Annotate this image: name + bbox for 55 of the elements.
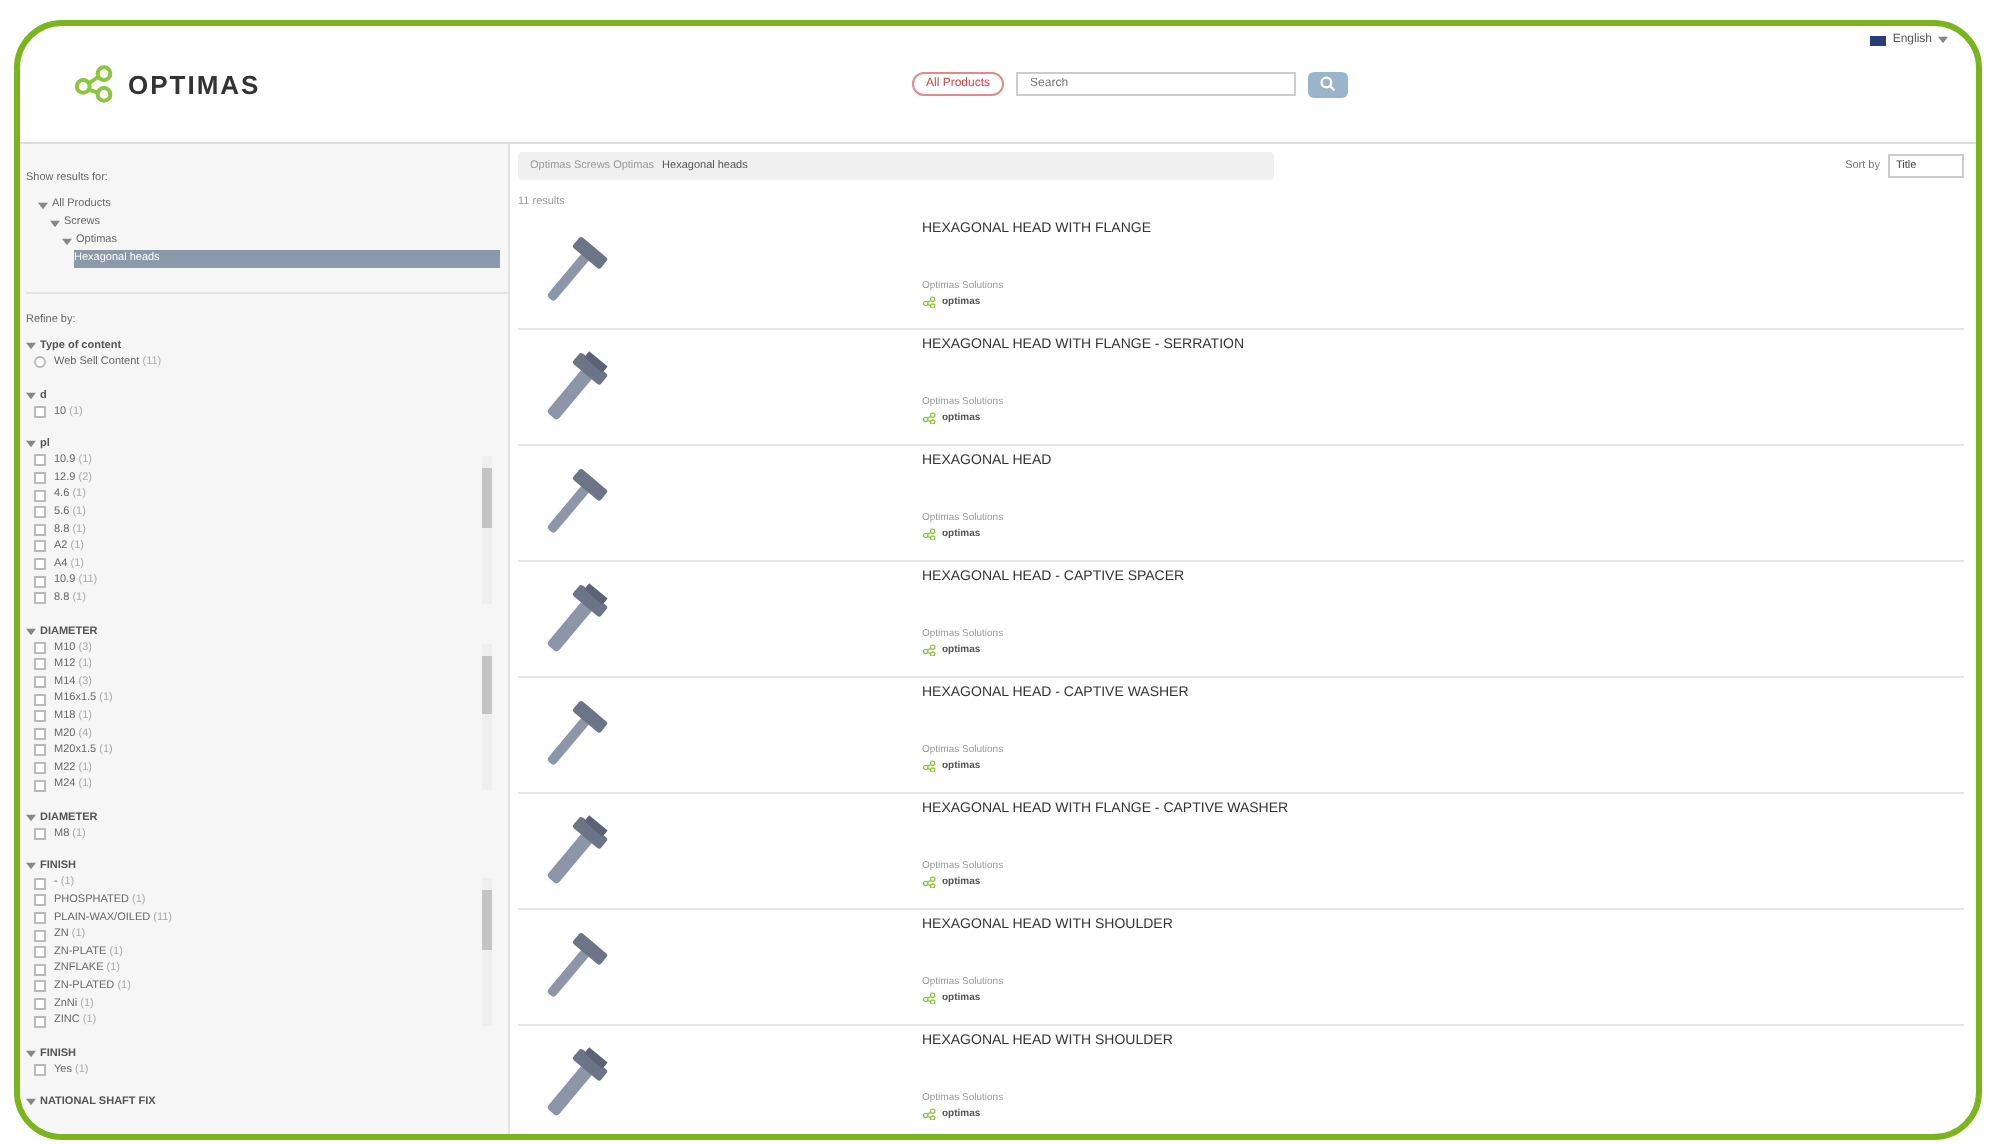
caret-icon: [26, 813, 36, 822]
brand-logo-icon: [922, 1108, 938, 1121]
caret-icon: [26, 1098, 36, 1107]
caret-icon: [26, 391, 36, 400]
checkbox[interactable]: [34, 693, 46, 706]
checkbox[interactable]: [34, 779, 46, 792]
checkbox[interactable]: [34, 676, 46, 689]
brand-logo-icon: [922, 760, 938, 773]
checkbox[interactable]: [34, 980, 46, 993]
scrollbar[interactable]: [482, 643, 492, 790]
checkbox[interactable]: [34, 405, 46, 418]
logo-text: OPTIMAS: [128, 69, 261, 99]
checkbox[interactable]: [34, 963, 46, 976]
checkbox[interactable]: [34, 744, 46, 757]
brand-logo-icon: [922, 876, 938, 889]
checkbox[interactable]: [34, 523, 46, 536]
checkbox[interactable]: [34, 472, 46, 485]
checkbox[interactable]: [34, 658, 46, 671]
caret-icon: [26, 862, 36, 871]
caret-icon: [26, 1049, 36, 1058]
checkbox[interactable]: [34, 489, 46, 502]
checkbox[interactable]: [34, 761, 46, 774]
flag-icon: [1870, 35, 1887, 45]
checkbox[interactable]: [34, 727, 46, 740]
scrollbar[interactable]: [482, 878, 492, 1026]
checkbox[interactable]: [34, 710, 46, 723]
search-icon: [1320, 76, 1337, 92]
checkbox[interactable]: [34, 1064, 46, 1077]
checkbox[interactable]: [34, 454, 46, 467]
caret-icon: [1938, 36, 1948, 44]
caret-icon: [26, 342, 36, 350]
checkbox[interactable]: [34, 911, 46, 924]
checkbox[interactable]: [34, 929, 46, 942]
checkbox[interactable]: [34, 575, 46, 588]
checkbox[interactable]: [34, 946, 46, 959]
radio-button[interactable]: [34, 356, 46, 369]
brand-logo-icon: [922, 412, 938, 425]
checkbox[interactable]: [34, 592, 46, 605]
caret-icon: [26, 440, 36, 449]
checkbox[interactable]: [34, 506, 46, 519]
brand-logo-icon: [922, 528, 938, 541]
scrollbar[interactable]: [482, 456, 492, 604]
checkbox[interactable]: [34, 1015, 46, 1028]
brand-logo-icon: [922, 644, 938, 657]
checkbox[interactable]: [34, 540, 46, 553]
checkbox[interactable]: [34, 894, 46, 907]
caret-icon: [26, 627, 36, 636]
checkbox[interactable]: [34, 558, 46, 571]
brand-logo-icon: [922, 992, 938, 1005]
checkbox[interactable]: [34, 877, 46, 890]
checkbox[interactable]: [34, 641, 46, 654]
brand-logo-icon: [922, 296, 938, 309]
checkbox[interactable]: [34, 997, 46, 1010]
checkbox[interactable]: [34, 828, 46, 841]
search-button[interactable]: [1308, 71, 1349, 97]
